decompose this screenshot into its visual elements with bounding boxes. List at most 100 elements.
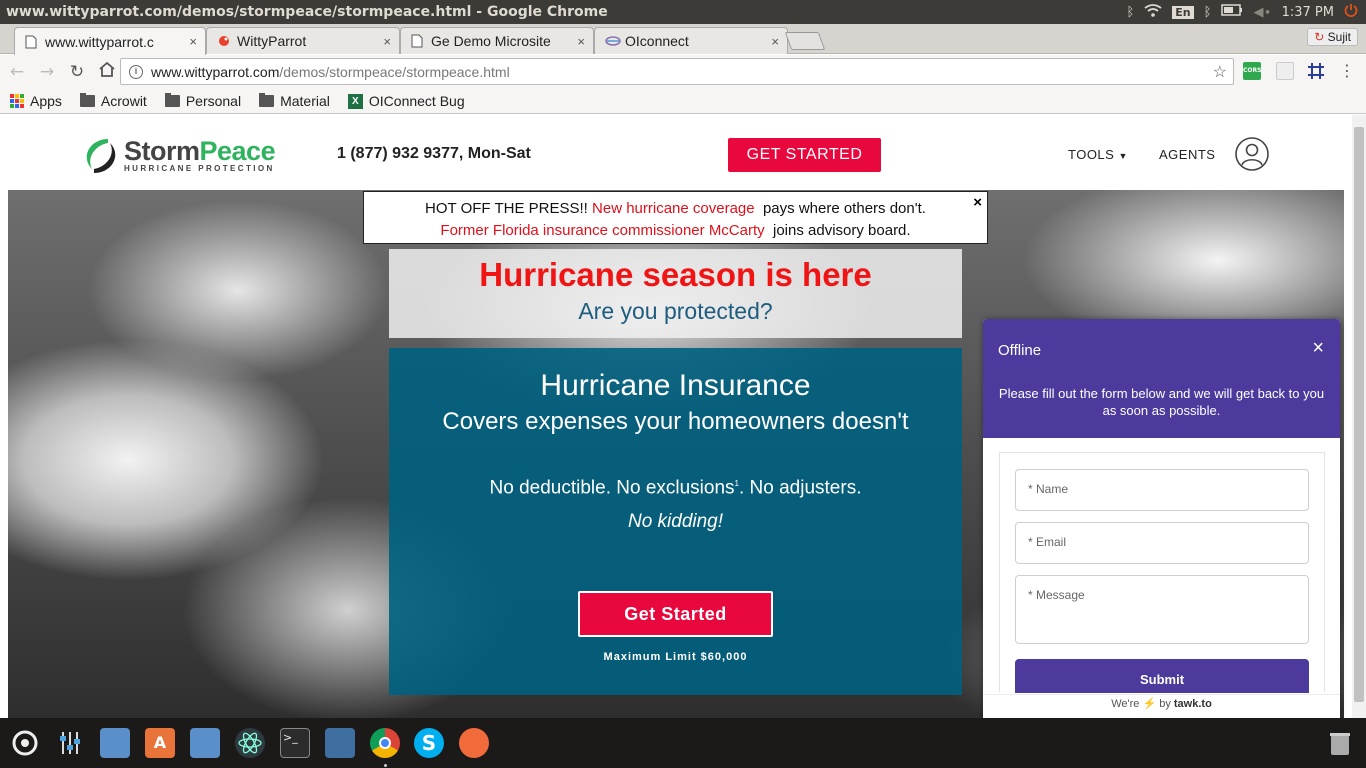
bookmark-oiconnect-bug[interactable]: X OIConnect Bug: [347, 93, 465, 109]
back-icon[interactable]: ←: [4, 62, 30, 82]
tab-label: OIconnect: [625, 33, 689, 49]
running-indicator: [384, 764, 387, 767]
scrollbar-thumb[interactable]: [1354, 127, 1364, 702]
grid-extension-icon[interactable]: [1307, 62, 1325, 80]
get-started-header-button[interactable]: GET STARTED: [728, 138, 881, 172]
press-lead: HOT OFF THE PRESS!!: [425, 200, 588, 217]
tab-close-icon[interactable]: ×: [771, 34, 779, 49]
clock[interactable]: 1:37 PM: [1282, 5, 1334, 20]
network-folder-icon[interactable]: [100, 728, 130, 758]
power-icon[interactable]: [1344, 3, 1358, 21]
cors-extension-icon[interactable]: CORS: [1243, 62, 1261, 80]
press-text-2: joins advisory board.: [773, 222, 911, 239]
tab-label: WittyParrot: [237, 33, 307, 49]
bookmarks-bar: Apps Acrowit Personal Material X OIConnec…: [0, 89, 1366, 114]
press-link-mccarty[interactable]: Former Florida insurance commissioner Mc…: [440, 222, 764, 239]
tab-ge-demo-microsite[interactable]: Ge Demo Microsite ×: [400, 27, 594, 54]
press-close-icon[interactable]: ×: [973, 192, 982, 214]
tawk-brand: tawk.to: [1173, 698, 1212, 710]
user-account-icon[interactable]: [1235, 137, 1269, 171]
insurance-features: No deductible. No exclusions1. No adjust…: [389, 471, 962, 501]
phone-number[interactable]: 1 (877) 932 9377, Mon-Sat: [337, 145, 531, 163]
settings-mixer-icon[interactable]: [55, 728, 85, 758]
wifi-icon[interactable]: [1144, 3, 1162, 21]
os-dock: A >_ S: [0, 718, 1366, 768]
volume-icon[interactable]: ◀∙: [1253, 5, 1271, 20]
reload-icon[interactable]: ↻: [64, 62, 90, 82]
logo-word-peace: Peace: [199, 135, 276, 166]
features-text-b: . No adjusters.: [738, 477, 862, 499]
maximum-limit: Maximum Limit $60,000: [603, 651, 748, 663]
bookmark-label: Personal: [185, 93, 242, 109]
tab-stormpeace[interactable]: www.wittyparrot.c ×: [14, 27, 206, 55]
launcher-icon[interactable]: [10, 728, 40, 758]
keyboard-layout-indicator[interactable]: En: [1172, 5, 1194, 19]
page-icon: [411, 34, 425, 48]
battery-icon[interactable]: [1221, 4, 1243, 20]
insurance-subtitle: Covers expenses your homeowners doesn't: [442, 408, 909, 435]
tab-close-icon[interactable]: ×: [577, 34, 585, 49]
extension-icon[interactable]: [1276, 62, 1294, 80]
name-field[interactable]: * Name: [1015, 469, 1309, 511]
folder-icon: [259, 93, 275, 107]
profile-button[interactable]: ↻ Sujit: [1307, 28, 1358, 46]
chrome-menu-icon[interactable]: ⋮: [1339, 62, 1355, 80]
chat-header: Offline × Please fill out the form below…: [983, 319, 1340, 438]
home-icon[interactable]: [94, 61, 120, 82]
trash-icon[interactable]: [1325, 728, 1355, 758]
insurance-title: Hurricane Insurance: [540, 369, 811, 402]
tab-oiconnect[interactable]: OIconnect ×: [594, 27, 788, 54]
get-started-button[interactable]: Get Started: [578, 591, 773, 637]
email-field[interactable]: * Email: [1015, 522, 1309, 564]
tab-strip: www.wittyparrot.c × WittyParrot × Ge Dem…: [0, 24, 1366, 55]
software-center-icon[interactable]: A: [145, 728, 175, 758]
chat-close-icon[interactable]: ×: [1312, 337, 1324, 360]
tools-menu[interactable]: TOOLS ▼: [1068, 147, 1128, 162]
forward-icon[interactable]: →: [34, 62, 60, 82]
tab-wittyparrot[interactable]: WittyParrot ×: [206, 27, 400, 54]
stormpeace-logo[interactable]: StormPeace HURRICANE PROTECTION: [82, 135, 276, 175]
bookmark-star-icon[interactable]: ☆: [1213, 62, 1227, 82]
apps-grid-icon: [10, 94, 24, 108]
address-bar[interactable]: i www.wittyparrot.com/demos/stormpeace/s…: [120, 58, 1234, 85]
insurance-panel: Hurricane Insurance Covers expenses your…: [389, 348, 962, 695]
submit-button[interactable]: Submit: [1015, 659, 1309, 693]
site-info-icon[interactable]: i: [129, 64, 143, 79]
bluetooth-status-icon[interactable]: ᛒ: [1204, 5, 1212, 20]
bookmark-personal[interactable]: Personal: [164, 93, 242, 109]
chat-footer[interactable]: We're ⚡ by tawk.to: [983, 694, 1340, 718]
chrome-icon[interactable]: [370, 728, 400, 758]
bookmark-label: Material: [280, 93, 330, 109]
tab-close-icon[interactable]: ×: [383, 34, 391, 49]
lightning-icon: ⚡: [1142, 698, 1157, 710]
terminal-icon[interactable]: >_: [280, 728, 310, 758]
workspace-icon[interactable]: [325, 728, 355, 758]
new-tab-button[interactable]: [784, 32, 826, 50]
atom-editor-icon[interactable]: [235, 728, 265, 758]
press-link-coverage[interactable]: New hurricane coverage: [592, 200, 755, 217]
message-field[interactable]: * Message: [1015, 575, 1309, 644]
features-text-a: No deductible. No exclusions: [489, 477, 735, 499]
bluetooth-icon[interactable]: ᛒ: [1126, 5, 1134, 20]
season-subhead: Are you protected?: [578, 298, 773, 324]
chat-widget: Offline × Please fill out the form below…: [983, 319, 1340, 718]
excel-icon: X: [347, 93, 363, 109]
logo-swirl-icon: [82, 135, 118, 175]
insurance-tagline: No kidding!: [627, 511, 724, 533]
caret-down-icon: ▼: [1118, 151, 1128, 161]
bookmark-material[interactable]: Material: [259, 93, 330, 109]
bookmark-apps[interactable]: Apps: [10, 93, 62, 109]
home-folder-icon[interactable]: [190, 728, 220, 758]
page-scrollbar[interactable]: [1352, 115, 1366, 718]
bookmark-label: Apps: [30, 93, 62, 109]
logo-text: StormPeace HURRICANE PROTECTION: [124, 135, 276, 173]
tab-close-icon[interactable]: ×: [189, 34, 197, 49]
skype-icon[interactable]: S: [414, 728, 444, 758]
season-headline: Hurricane season is here: [479, 256, 872, 293]
postman-icon[interactable]: [459, 728, 489, 758]
bookmark-acrowit[interactable]: Acrowit: [79, 93, 147, 109]
agents-link[interactable]: AGENTS: [1159, 147, 1215, 162]
tab-label: Ge Demo Microsite: [431, 33, 551, 49]
profile-name: Sujit: [1327, 30, 1351, 44]
os-title-bar: www.wittyparrot.com/demos/stormpeace/sto…: [0, 0, 1366, 24]
